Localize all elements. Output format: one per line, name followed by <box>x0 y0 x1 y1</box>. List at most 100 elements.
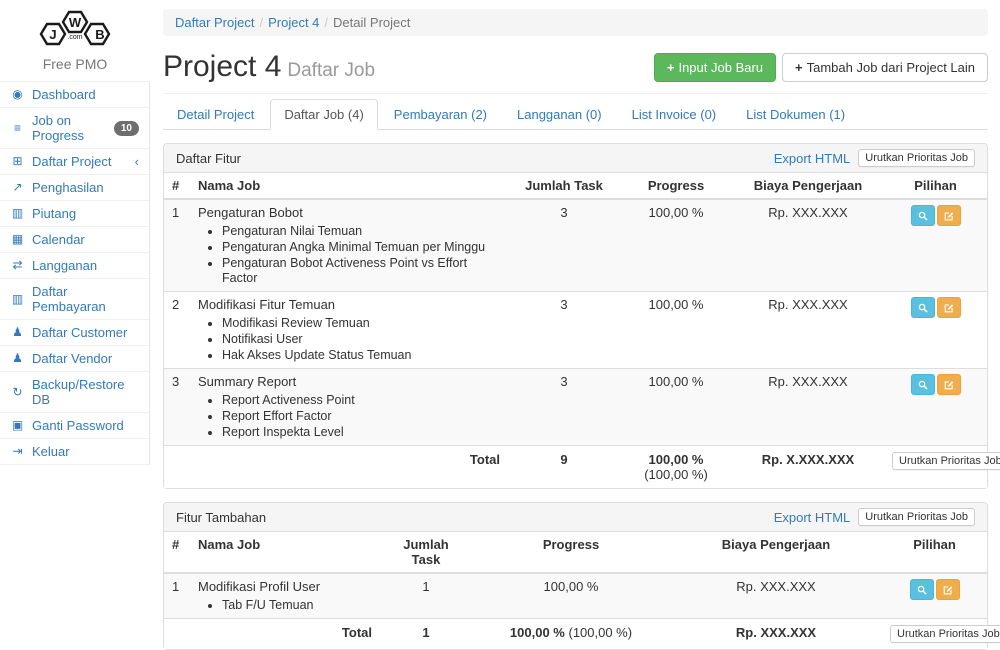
sidebar-item-keluar[interactable]: ⇥Keluar <box>0 439 149 465</box>
sidebar-item-job-on-progress[interactable]: ≡ Job on Progress 10 <box>0 108 149 149</box>
view-job-button[interactable] <box>911 374 935 395</box>
sidebar-item-backup-restore-db[interactable]: ↻Backup/Restore DB <box>0 372 149 413</box>
search-icon <box>917 584 927 596</box>
page-subtitle: Daftar Job <box>287 60 375 81</box>
sidebar-item-daftar-pembayaran[interactable]: ▥Daftar Pembayaran <box>0 279 149 320</box>
table-row: 2Modifikasi Fitur TemuanModifikasi Revie… <box>164 292 987 369</box>
job-name-cell: Summary ReportReport Activeness PointRep… <box>190 369 508 446</box>
sidebar-item-label: Backup/Restore DB <box>32 377 139 407</box>
plus-icon: + <box>795 60 803 75</box>
job-name: Summary Report <box>198 374 500 390</box>
sidebar-item-daftar-project[interactable]: ⊞Daftar Project‹ <box>0 149 149 175</box>
table-header: #Nama JobJumlah TaskProgressBiaya Penger… <box>164 173 987 199</box>
view-job-button[interactable] <box>910 579 934 600</box>
tab-pembayaran-2[interactable]: Pembayaran (2) <box>380 99 501 130</box>
sidebar: J W B .com Free PMO ◉Dashboard ≡ Job on Pr… <box>0 0 150 465</box>
column-header: # <box>164 532 190 573</box>
urutkan-prioritas-job-button[interactable]: Urutkan Prioritas Job <box>858 508 975 526</box>
total-row: Total9100,00 % (100,00 %)Rp. X.XXX.XXXUr… <box>164 446 987 489</box>
breadcrumb-current: Detail Project <box>333 15 410 30</box>
tab-daftar-job-4[interactable]: Daftar Job (4) <box>270 99 377 130</box>
users-icon: ♟ <box>10 351 25 366</box>
job-name-cell: Modifikasi Fitur TemuanModifikasi Review… <box>190 292 508 369</box>
jumlah-task-cell: 1 <box>380 573 472 619</box>
tab-langganan-0[interactable]: Langganan (0) <box>503 99 616 130</box>
input-job-baru-button[interactable]: +Input Job Baru <box>654 53 776 82</box>
chevron-left-icon: ‹ <box>135 156 139 168</box>
sidebar-item-daftar-vendor[interactable]: ♟Daftar Vendor <box>0 346 149 372</box>
jumlah-task-cell: 3 <box>508 292 620 369</box>
urutkan-prioritas-job-button[interactable]: Urutkan Prioritas Job <box>892 452 1000 470</box>
total-tasks: 1 <box>380 619 472 650</box>
logo-letter: W <box>69 15 82 30</box>
app-logo[interactable]: J W B .com <box>0 0 150 52</box>
urutkan-prioritas-job-button[interactable]: Urutkan Prioritas Job <box>858 149 975 167</box>
money-icon: ▥ <box>10 206 25 221</box>
tab-list-invoice-0[interactable]: List Invoice (0) <box>618 99 731 130</box>
sidebar-item-label: Piutang <box>32 206 76 221</box>
sidebar-item-penghasilan[interactable]: ↗Penghasilan <box>0 175 149 201</box>
table-header-row: #Nama JobJumlah TaskProgressBiaya Penger… <box>164 173 987 199</box>
sidebar-item-dashboard[interactable]: ◉Dashboard <box>0 82 149 108</box>
tab-detail-project[interactable]: Detail Project <box>163 99 268 130</box>
column-header: Nama Job <box>190 173 508 199</box>
panel-title: Fitur Tambahan <box>176 510 266 525</box>
sidebar-item-langganan[interactable]: ⇄Langganan <box>0 253 149 279</box>
brand-name: Free PMO <box>0 52 150 81</box>
sidebar-item-calendar[interactable]: ▦Calendar <box>0 227 149 253</box>
panel-heading: Daftar FiturExport HTMLUrutkan Prioritas… <box>164 144 987 173</box>
job-subitem-list: Modifikasi Review TemuanNotifikasi UserH… <box>198 316 500 363</box>
biaya-cell: Rp. XXX.XXX <box>732 199 884 292</box>
count-badge: 10 <box>114 121 139 136</box>
export-html-link[interactable]: Export HTML <box>774 510 851 525</box>
progress-cell: 100,00 % <box>620 199 732 292</box>
row-number: 1 <box>164 573 190 619</box>
column-header: Jumlah Task <box>380 532 472 573</box>
edit-job-button[interactable] <box>937 205 961 226</box>
export-html-link[interactable]: Export HTML <box>774 151 851 166</box>
total-progress: 100,00 % (100,00 %) <box>472 619 670 650</box>
urutkan-prioritas-job-button[interactable]: Urutkan Prioritas Job <box>890 625 1000 643</box>
job-subitem: Pengaturan Nilai Temuan <box>222 224 500 239</box>
job-subitem-list: Pengaturan Nilai TemuanPengaturan Angka … <box>198 224 500 286</box>
breadcrumb-link[interactable]: Project 4 <box>268 15 319 30</box>
edit-icon <box>944 210 954 222</box>
plus-icon: + <box>667 60 675 75</box>
sidebar-item-label: Dashboard <box>32 87 96 102</box>
jumlah-task-cell: 3 <box>508 199 620 292</box>
column-header: Pilihan <box>884 173 987 199</box>
table-footer: Total9100,00 % (100,00 %)Rp. X.XXX.XXXUr… <box>164 446 987 489</box>
tambah-job-dari-project-lain-button[interactable]: +Tambah Job dari Project Lain <box>782 53 988 82</box>
column-header: Biaya Pengerjaan <box>732 173 884 199</box>
breadcrumb: Daftar Project/Project 4/Detail Project <box>163 9 988 36</box>
search-icon <box>918 302 928 314</box>
column-header: Nama Job <box>190 532 380 573</box>
tab-list-dokumen-1[interactable]: List Dokumen (1) <box>732 99 859 130</box>
edit-job-button[interactable] <box>937 374 961 395</box>
calendar-icon: ▦ <box>10 232 25 247</box>
pilihan-cell <box>884 292 987 369</box>
header-actions: +Input Job Baru +Tambah Job dari Project… <box>654 50 988 82</box>
sidebar-item-piutang[interactable]: ▥ Piutang <box>0 201 149 227</box>
sidebar-item-ganti-password[interactable]: ▣ Ganti Password <box>0 413 149 439</box>
panel-heading-actions: Export HTML Urutkan Prioritas Job <box>774 508 975 526</box>
breadcrumb-link[interactable]: Daftar Project <box>175 15 254 30</box>
total-row: Total1100,00 % (100,00 %)Rp. XXX.XXXUrut… <box>164 619 987 650</box>
lock-icon: ▣ <box>10 418 25 433</box>
sidebar-item-daftar-customer[interactable]: ♟Daftar Customer <box>0 320 149 346</box>
sidebar-item-label: Ganti Password <box>32 418 124 433</box>
tab-bar: Detail ProjectDaftar Job (4)Pembayaran (… <box>163 94 988 130</box>
table-icon: ⊞ <box>10 154 25 169</box>
edit-job-button[interactable] <box>936 579 960 600</box>
view-job-button[interactable] <box>911 205 935 226</box>
list-icon: ≡ <box>10 121 25 136</box>
logo-letter: J <box>49 27 56 42</box>
view-job-button[interactable] <box>911 297 935 318</box>
total-cost: Rp. X.XXX.XXX <box>732 446 884 489</box>
sidebar-item-label: Job on Progress <box>32 113 107 143</box>
sign-out-icon: ⇥ <box>10 444 25 459</box>
edit-job-button[interactable] <box>937 297 961 318</box>
total-pilihan-cell: Urutkan Prioritas Job <box>884 446 987 489</box>
total-progress-overall: (100,00 %) <box>568 625 632 640</box>
sidebar-item-label: Daftar Pembayaran <box>32 284 139 314</box>
